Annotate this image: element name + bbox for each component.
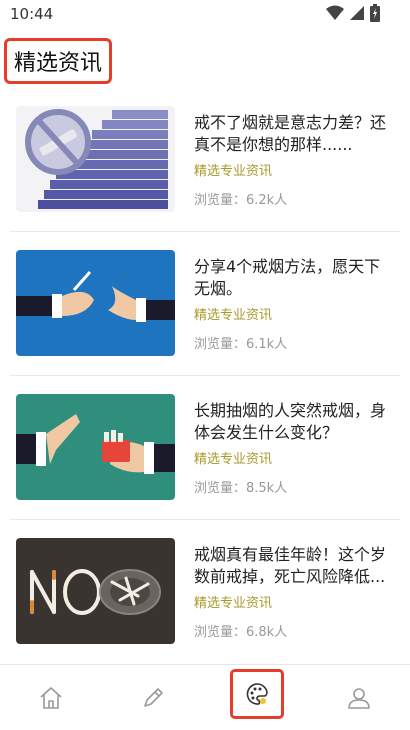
article-tag: 精选专业资讯 bbox=[194, 452, 273, 467]
article-views: 浏览量：8.5k人 bbox=[194, 481, 288, 496]
article-item[interactable]: 戒不了烟就是意志力差？还真不是你想的那样...... 精选专业资讯 浏览量：6.… bbox=[0, 88, 410, 232]
palette-icon bbox=[246, 683, 268, 705]
article-tag: 精选专业资讯 bbox=[194, 164, 273, 179]
page-title-box: 精选资讯 bbox=[4, 38, 112, 84]
stairs-quit-smoking-image bbox=[16, 106, 175, 212]
article-tag: 精选专业资讯 bbox=[194, 308, 273, 323]
status-time: 10:44 bbox=[10, 5, 54, 23]
article-views: 浏览量：6.2k人 bbox=[194, 193, 288, 208]
article-title: 戒不了烟就是意志力差？还真不是你想的那样...... bbox=[194, 113, 387, 154]
hands-refuse-cigarette-image bbox=[16, 250, 175, 356]
status-bar: 10:44 bbox=[0, 0, 410, 30]
article-item[interactable]: 戒烟真有最佳年龄！这个岁数前戒掉，死亡风险降低... 精选专业资讯 浏览量：6.… bbox=[0, 520, 410, 664]
pencil-icon bbox=[144, 687, 163, 707]
article-tag: 精选专业资讯 bbox=[194, 596, 273, 611]
article-title: 戒烟真有最佳年龄！这个岁数前戒掉，死亡风险降低... bbox=[194, 545, 387, 586]
article-list: 戒不了烟就是意志力差？还真不是你想的那样...... 精选专业资讯 浏览量：6.… bbox=[0, 88, 410, 664]
status-icons bbox=[326, 4, 380, 22]
article-item[interactable]: 分享4个戒烟方法，愿天下无烟。 精选专业资讯 浏览量：6.1k人 bbox=[0, 232, 410, 376]
article-views: 浏览量：6.8k人 bbox=[194, 625, 288, 640]
bottom-tab-bar bbox=[0, 664, 410, 730]
home-icon bbox=[40, 686, 62, 709]
article-views: 浏览量：6.1k人 bbox=[194, 337, 288, 352]
no-cigarettes-image bbox=[16, 538, 175, 644]
article-title: 分享4个戒烟方法，愿天下无烟。 bbox=[194, 257, 381, 298]
article-item[interactable]: 长期抽烟的人突然戒烟，身体会发生什么变化？ 精选专业资讯 浏览量：8.5k人 bbox=[0, 376, 410, 520]
page-title: 精选资讯 bbox=[13, 51, 102, 76]
article-title: 长期抽烟的人突然戒烟，身体会发生什么变化？ bbox=[194, 401, 387, 442]
tab-news[interactable] bbox=[230, 669, 284, 719]
tab-profile[interactable] bbox=[308, 665, 410, 730]
signal-icon bbox=[350, 6, 364, 20]
tab-home[interactable] bbox=[0, 665, 102, 730]
article-info: 戒不了烟就是意志力差？还真不是你想的那样...... 精选专业资讯 浏览量：6.… bbox=[194, 112, 394, 208]
wifi-icon bbox=[326, 5, 344, 20]
tab-edit[interactable] bbox=[102, 665, 204, 730]
article-info: 戒烟真有最佳年龄！这个岁数前戒掉，死亡风险降低... 精选专业资讯 浏览量：6.… bbox=[194, 544, 394, 640]
battery-icon bbox=[370, 4, 380, 22]
article-info: 分享4个戒烟方法，愿天下无烟。 精选专业资讯 浏览量：6.1k人 bbox=[194, 256, 394, 352]
user-icon bbox=[348, 687, 370, 709]
article-info: 长期抽烟的人突然戒烟，身体会发生什么变化？ 精选专业资讯 浏览量：8.5k人 bbox=[194, 400, 394, 496]
hand-stop-cigarettes-image bbox=[16, 394, 175, 500]
